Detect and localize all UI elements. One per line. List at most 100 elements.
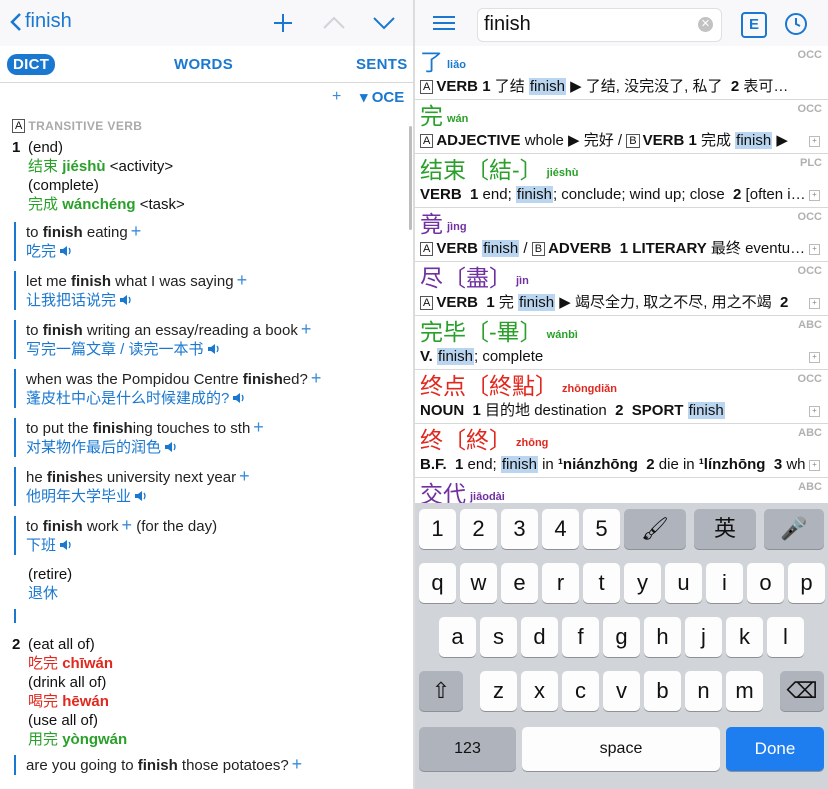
add-icon[interactable] (272, 10, 294, 36)
speaker-icon[interactable] (59, 539, 73, 551)
expand-icon[interactable]: + (809, 352, 820, 363)
key-m[interactable]: m (726, 671, 763, 711)
scrollbar[interactable] (409, 126, 412, 230)
key-r[interactable]: r (542, 563, 579, 603)
speaker-icon[interactable] (207, 343, 221, 355)
key-z[interactable]: z (480, 671, 517, 711)
key-j[interactable]: j (685, 617, 722, 657)
key-v[interactable]: v (603, 671, 640, 711)
tab-dict[interactable]: DICT (7, 54, 56, 75)
key-t[interactable]: t (583, 563, 620, 603)
tab-words[interactable]: WORDS (174, 56, 233, 73)
key-b[interactable]: b (644, 671, 681, 711)
add-example-button[interactable]: + (122, 515, 133, 535)
brush-key[interactable]: 🖌 (624, 509, 686, 549)
result-row[interactable]: 完 wán OCC A ADJECTIVE whole ▶ 完好 / B VERB 1 完… (415, 100, 828, 154)
done-key[interactable]: Done (726, 727, 824, 771)
search-input[interactable] (478, 9, 690, 40)
result-row[interactable]: 完毕〔-畢〕 wánbì ABC V. finish; complete + (415, 316, 828, 370)
tab-sents[interactable]: SENTS (356, 56, 408, 73)
chinese-word[interactable]: 喝完 (28, 693, 58, 710)
pinyin: jiéshù (62, 158, 106, 175)
key-l[interactable]: l (767, 617, 804, 657)
result-row[interactable]: 终〔終〕 zhōng ABC B.F. 1 end; finish in ¹niánz… (415, 424, 828, 478)
key-5[interactable]: 5 (583, 509, 620, 549)
search-field[interactable]: ✕ (477, 8, 722, 42)
key-4[interactable]: 4 (542, 509, 579, 549)
speaker-icon[interactable] (119, 294, 133, 306)
key-y[interactable]: y (624, 563, 661, 603)
expand-icon[interactable]: + (809, 298, 820, 309)
add-entry-button[interactable]: + (332, 88, 341, 106)
key-x[interactable]: x (521, 671, 558, 711)
key-c[interactable]: c (562, 671, 599, 711)
speaker-icon[interactable] (134, 490, 148, 502)
chevron-down-icon[interactable] (372, 10, 396, 36)
add-example-button[interactable]: + (253, 417, 264, 437)
speaker-icon[interactable] (164, 441, 178, 453)
add-example-button[interactable]: + (301, 319, 312, 339)
key-o[interactable]: o (747, 563, 784, 603)
key-3[interactable]: 3 (501, 509, 538, 549)
expand-icon[interactable]: + (809, 190, 820, 201)
chinese-word[interactable]: 完成 (28, 196, 58, 213)
e-button[interactable]: E (741, 12, 767, 38)
shift-key[interactable]: ⇧ (419, 671, 463, 711)
add-example-button[interactable]: + (292, 754, 303, 774)
example-translation[interactable]: 让我把话说完 (26, 292, 116, 309)
result-row[interactable]: 竟 jìng OCC A VERB finish / B ADVERB 1 LITERAR… (415, 208, 828, 262)
numbers-key[interactable]: 123 (419, 727, 516, 771)
example-translation[interactable]: 蓬皮杜中心是什么时候建成的? (26, 390, 229, 407)
result-row[interactable]: 终点〔終點〕 zhōngdiǎn OCC NOUN 1 目的地 destination… (415, 370, 828, 424)
mic-key[interactable]: 🎤 (764, 509, 824, 549)
example-translation[interactable]: 写完一篇文章 / 读完一本书 (26, 341, 204, 358)
key-1[interactable]: 1 (419, 509, 456, 549)
result-row[interactable]: 尽〔盡〕 jìn OCC A VERB 1 完 finish ▶ 竭尽全力, 取之不尽,… (415, 262, 828, 316)
example-translation[interactable]: 对某物作最后的润色 (26, 439, 161, 456)
expand-icon[interactable]: + (809, 244, 820, 255)
language-switch-key[interactable]: 英 (694, 509, 756, 549)
key-q[interactable]: q (419, 563, 456, 603)
back-label: finish (25, 10, 72, 32)
example-translation[interactable]: 下班 (26, 537, 56, 554)
key-u[interactable]: u (665, 563, 702, 603)
key-g[interactable]: g (603, 617, 640, 657)
add-example-button[interactable]: + (237, 270, 248, 290)
add-example-button[interactable]: + (131, 221, 142, 241)
key-s[interactable]: s (480, 617, 517, 657)
chevron-up-icon[interactable] (322, 10, 346, 36)
key-n[interactable]: n (685, 671, 722, 711)
key-f[interactable]: f (562, 617, 599, 657)
speaker-icon[interactable] (232, 392, 246, 404)
key-d[interactable]: d (521, 617, 558, 657)
speaker-icon[interactable] (59, 245, 73, 257)
chinese-word[interactable]: 吃完 (28, 655, 58, 672)
expand-icon[interactable]: + (809, 460, 820, 471)
chinese-word[interactable]: 用完 (28, 731, 58, 748)
result-row[interactable]: 结束〔結-〕 jiéshù PLC VERB 1 end; finish; concl… (415, 154, 828, 208)
chinese-word[interactable]: 结束 (28, 158, 58, 175)
add-example-button[interactable]: + (311, 368, 322, 388)
history-clock-icon[interactable] (784, 12, 808, 36)
space-key[interactable]: space (522, 727, 720, 771)
key-k[interactable]: k (726, 617, 763, 657)
example-translation[interactable]: 他明年大学毕业 (26, 488, 131, 505)
key-2[interactable]: 2 (460, 509, 497, 549)
key-e[interactable]: e (501, 563, 538, 603)
key-a[interactable]: a (439, 617, 476, 657)
key-w[interactable]: w (460, 563, 497, 603)
chinese-word[interactable]: 退休 (28, 584, 407, 603)
menu-icon[interactable] (433, 15, 455, 31)
result-row[interactable]: 了 liǎo OCC A VERB 1 了结 finish ▶ 了结, 没完没了, 私了… (415, 46, 828, 100)
back-button[interactable]: finish (10, 10, 72, 33)
example-translation[interactable]: 吃完 (26, 243, 56, 260)
clear-icon[interactable]: ✕ (698, 17, 713, 32)
expand-icon[interactable]: + (809, 136, 820, 147)
source-select[interactable]: ▾ OCE (360, 88, 404, 106)
key-i[interactable]: i (706, 563, 743, 603)
add-example-button[interactable]: + (239, 466, 250, 486)
expand-icon[interactable]: + (809, 406, 820, 417)
backspace-key[interactable]: ⌫ (780, 671, 824, 711)
key-p[interactable]: p (788, 563, 825, 603)
key-h[interactable]: h (644, 617, 681, 657)
